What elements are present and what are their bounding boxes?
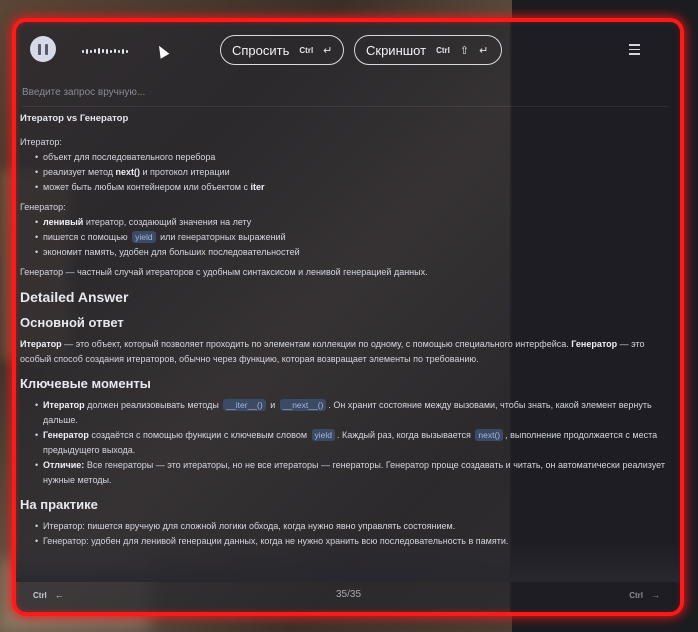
list-item: объект для последовательного перебора — [35, 150, 670, 165]
audio-waveform-icon — [82, 48, 128, 54]
arrow-left-icon: ← — [54, 590, 64, 600]
list-item: Итератор должен реализовывать методы __i… — [35, 398, 670, 428]
summary-title: Итератор vs Генератор — [20, 113, 129, 124]
inline-code: __iter__() — [223, 399, 266, 411]
pause-icon — [45, 43, 48, 55]
footer-nav: Ctrl ← 35/35 Ctrl → — [16, 582, 680, 612]
enter-icon: ↵ — [323, 44, 333, 57]
answer-content: Итератор vs Генератор Итератор: объект д… — [20, 111, 670, 554]
enter-icon: ↵ — [479, 44, 489, 57]
inline-code: __next__() — [279, 399, 327, 411]
list-item: Итератор: пишется вручную для сложной ло… — [35, 519, 670, 534]
key-points-list: Итератор должен реализовывать методы __i… — [20, 398, 670, 488]
screenshot-button[interactable]: Скриншот Ctrl ⇧ ↵ — [354, 35, 502, 65]
divider — [22, 106, 668, 107]
shift-icon: ⇧ — [459, 44, 470, 57]
inline-code: next() — [475, 429, 504, 441]
inline-code: yield — [132, 231, 156, 243]
list-item: ленивый итератор, создающий значения на … — [35, 215, 670, 230]
key-points-heading: Ключевые моменты — [20, 376, 151, 391]
toolbar: Спросить Ctrl ↵ Скриншот Ctrl ⇧ ↵ — [16, 22, 680, 82]
next-page-button[interactable]: Ctrl → — [629, 590, 660, 600]
ctrl-key-hint: Ctrl — [299, 45, 314, 55]
detailed-answer-heading: Detailed Answer — [20, 289, 129, 305]
generator-list: ленивый итератор, создающий значения на … — [20, 215, 670, 260]
list-item: пишется с помощью yield или генераторных… — [35, 230, 670, 245]
list-item: Отличие: Все генераторы — это итераторы,… — [35, 458, 670, 488]
list-item: может быть любым контейнером или объекто… — [35, 180, 670, 195]
arrow-right-icon: → — [651, 590, 660, 600]
ctrl-key-hint: Ctrl — [436, 45, 450, 55]
screenshot-label: Скриншот — [366, 42, 427, 58]
summary-conclusion: Генератор — частный случай итераторов с … — [20, 267, 428, 277]
pause-button[interactable] — [30, 36, 56, 62]
page-counter: 35/35 — [336, 589, 362, 600]
list-item: экономит память, удобен для больших посл… — [35, 245, 670, 260]
ask-button[interactable]: Спросить Ctrl ↵ — [220, 35, 344, 65]
list-item: Генератор создаётся с помощью функции с … — [35, 428, 670, 458]
prev-page-button[interactable]: Ctrl ← — [33, 590, 64, 600]
menu-icon[interactable] — [629, 44, 640, 58]
main-answer-heading: Основной ответ — [20, 315, 124, 330]
pause-icon — [38, 43, 41, 55]
list-item: реализует метод next() и протокол итерац… — [35, 165, 670, 180]
assistant-window: Спросить Ctrl ↵ Скриншот Ctrl ⇧ ↵ Итерат… — [12, 18, 684, 616]
generator-heading: Генератор: — [20, 202, 66, 212]
main-answer-paragraph: Итератор — это объект, который позволяет… — [20, 339, 645, 364]
inline-code: yield — [311, 429, 336, 441]
iterator-list: объект для последовательного перебора ре… — [20, 150, 670, 195]
iterator-heading: Итератор: — [20, 137, 62, 147]
query-input-wrapper — [22, 82, 662, 106]
practice-heading: На практике — [20, 497, 98, 512]
content-fade — [16, 542, 680, 582]
ask-label: Спросить — [232, 42, 290, 58]
query-input[interactable] — [22, 87, 662, 98]
